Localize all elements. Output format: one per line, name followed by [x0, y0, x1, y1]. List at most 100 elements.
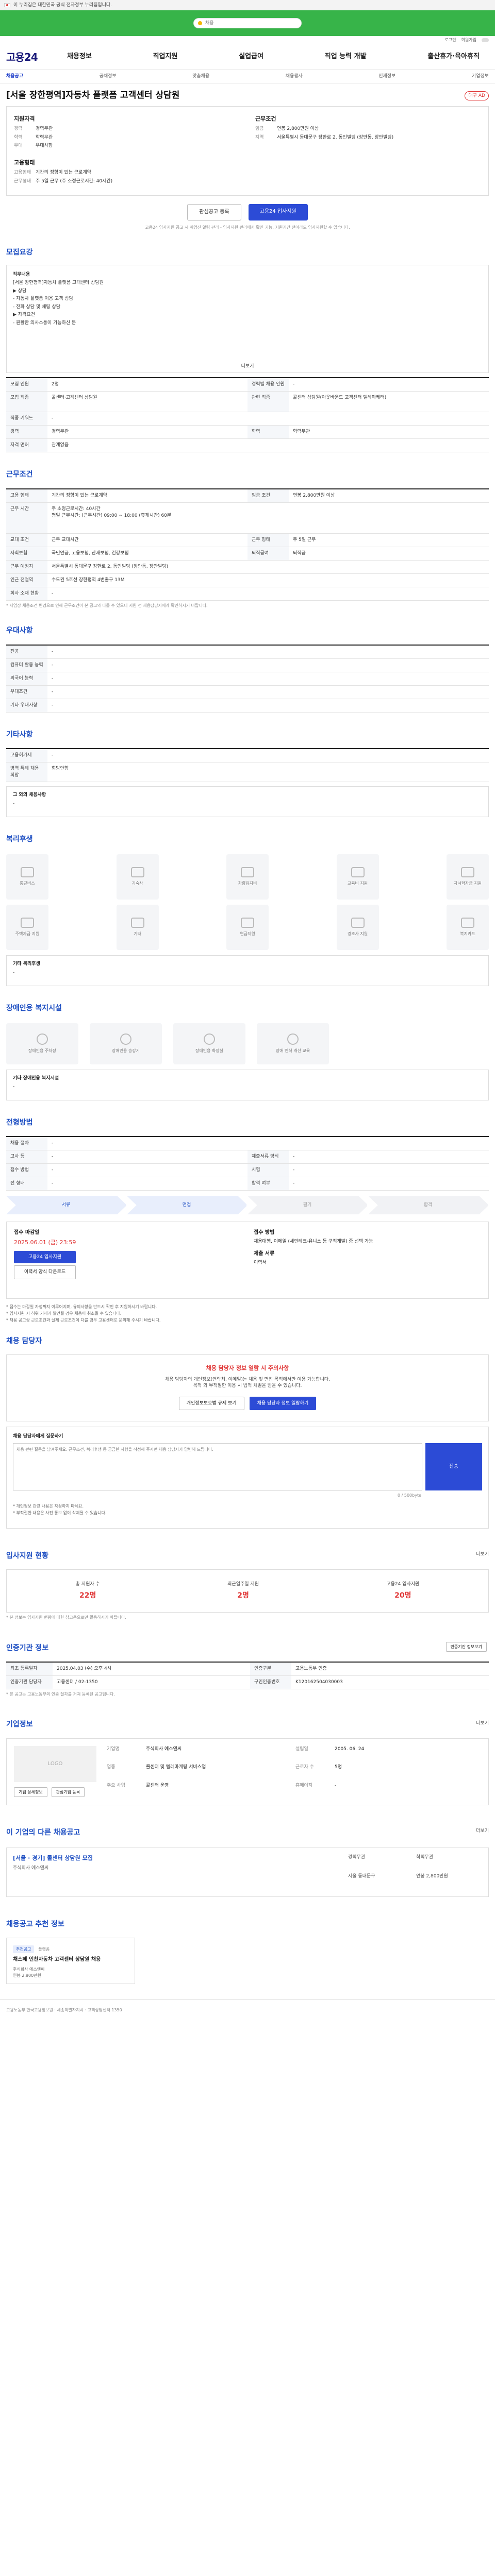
- job-summary: 지원자격 경력 경력무관 학력 학력무관 우대 우대사항 고용형태 고용형태 기간의 정…: [6, 106, 489, 196]
- cell-value: 기간의 정함이 있는 근로계약: [52, 493, 107, 498]
- company-follow-button[interactable]: 관심기업 등록: [51, 1787, 85, 1798]
- jd-line: - 원활한 의사소통이 가능하신 분: [13, 320, 76, 326]
- apply-notice: 고용24 입사지원 공고 시 취업진 알림 관리 - 입사지원 관리에서 확인 …: [145, 225, 350, 230]
- nav-career[interactable]: 직업지원: [149, 52, 182, 61]
- agency-view-button[interactable]: 인증기관 정보보기: [446, 1641, 487, 1652]
- privacy-view-button[interactable]: 개인정보보호법 규제 보기: [178, 1396, 244, 1411]
- apply-button[interactable]: 고용24 입사지원: [248, 204, 308, 221]
- etc-table: 고용허가제 - 병역 특례 채용 희망 희망안함: [6, 748, 489, 783]
- nav-unemployment[interactable]: 실업급여: [235, 52, 268, 61]
- summary-right: 근무조건 임금 연봉 2,800만원 이상 지역 서울특별시 동대문구 장한로 2,…: [255, 115, 481, 187]
- welfare-label: 자녀학자금 지원: [453, 881, 482, 886]
- cell-value: 관계없음: [52, 443, 69, 448]
- cell-value: 2025.04.03 (수) 오후 4시: [57, 1666, 111, 1672]
- cell-key: 근무 예정지: [6, 560, 47, 573]
- other-job-company: 주식회사 에스엔씨: [13, 1865, 49, 1871]
- other-header: 이 기업의 다른 채용공고 더보기: [6, 1821, 489, 1842]
- subnav-item[interactable]: 채용행사: [286, 73, 303, 80]
- hero-search-placeholder: 채용: [205, 20, 214, 26]
- welfare-grid-row2: 주택자금 지원 기타 연금지원 경조사 지원 복지카드: [6, 905, 489, 951]
- subnav-item[interactable]: 기업정보: [472, 73, 489, 80]
- cell-key: 채용 절차: [6, 1137, 47, 1150]
- hero-search[interactable]: 채용: [193, 18, 302, 28]
- subnav-item[interactable]: 인재정보: [378, 73, 395, 80]
- disabled-card: 장애인용 주차장: [6, 1023, 78, 1064]
- cell-key: 고용허가제: [6, 749, 47, 762]
- manager-open-button[interactable]: 채용 담당자 정보 열람하기: [249, 1396, 317, 1411]
- welfare-box-value: -: [13, 970, 15, 975]
- meta-item: 서울 동대문구: [348, 1873, 375, 1879]
- recommend-card[interactable]: 추천공고 플랫폼 채스페 인천자동차 고객센터 상담원 채용 주식회사 에스엔씨…: [6, 1938, 135, 1985]
- company-box: LOGO 기업 상세정보 관심기업 등록 기업명 주식회사 에스엔씨 설립일 200…: [6, 1738, 489, 1805]
- cell-key: 최초 등록일자: [6, 1663, 53, 1676]
- signup-link[interactable]: 회원가입: [461, 37, 476, 43]
- section-process: 전형방법: [6, 1118, 33, 1127]
- jd-line: ▶ 상담: [13, 288, 27, 294]
- disabled-label: 장애인용 승강기: [111, 1048, 140, 1054]
- kv-key: 학력: [14, 134, 23, 140]
- cell-value: -: [52, 753, 54, 758]
- resume-download-button[interactable]: 이력서 양식 다운로드: [14, 1265, 76, 1279]
- cell-key: 인근 전철역: [6, 573, 47, 587]
- gov-banner-text: 이 누리집은 대한민국 공식 전자정부 누리집입니다.: [13, 2, 112, 8]
- apply-box: 접수 마감일 2025.06.01 (금) 23:59 고용24 입사지원 이력…: [6, 1222, 489, 1299]
- apply-docs-label: 제출 서류: [254, 1250, 275, 1257]
- other-job-card[interactable]: [서울 · 경기] 콜센터 상담원 모집 주식회사 에스엔씨 경력무관 학력무관…: [6, 1847, 489, 1897]
- subnav-item[interactable]: 채용공고: [6, 73, 23, 80]
- jd-more-button[interactable]: 더보기: [241, 363, 254, 370]
- cell-key: 고사 등: [6, 1150, 47, 1164]
- pension-icon: [241, 918, 254, 928]
- subnav-item[interactable]: 맞춤채용: [192, 73, 209, 80]
- jd-line: ▶ 자격요건: [13, 312, 35, 318]
- warning-item: * 채용 공고상 근로조건과 실제 근로조건이 다를 경우 고용센터로 문의해 …: [6, 1317, 161, 1323]
- cell-value: 연봉 2,800만원 이상: [293, 493, 335, 498]
- toggle-icon[interactable]: [482, 38, 489, 42]
- cell-key: 회사 소재 현황: [6, 587, 47, 600]
- status-more-link[interactable]: 더보기: [476, 1551, 489, 1558]
- warning-item: * 접수는 마감일 자정까지 이루어지며, 유의사항을 반드시 확인 후 지원하…: [6, 1304, 157, 1310]
- company-detail-button[interactable]: 기업 상세정보: [14, 1787, 47, 1798]
- mojip-table: 모집 인원 2명 경력별 채용 인원 - 모집 직종 콜센터·고객센터 상담원 관련 직종…: [6, 377, 489, 453]
- welfare-card: 경조사 지원: [336, 905, 379, 951]
- parking-icon: [37, 1033, 48, 1045]
- login-link[interactable]: 로그인: [444, 37, 456, 43]
- qa-send-button[interactable]: 전송: [425, 1443, 482, 1490]
- cell-key: 모집 인원: [6, 378, 47, 392]
- cell-value: 수도권 5호선 장한평역 4번출구 13M: [52, 577, 125, 583]
- cell-key: 전공: [6, 645, 47, 658]
- kv-key: 고용형태: [14, 170, 31, 176]
- company-more-link[interactable]: 더보기: [476, 1720, 489, 1727]
- recommend-wage: 연봉 2,800만원: [13, 1973, 41, 1978]
- cell-value: -: [52, 1181, 54, 1187]
- manager-line: 채용 담당자의 개인정보(연락처, 이메일)는 채용 및 면접 목적에서만 이용…: [164, 1377, 330, 1382]
- cell-key: 경력: [6, 426, 47, 439]
- etc-box: 그 외의 채용사항 -: [6, 786, 489, 818]
- recommend-title[interactable]: 채스페 인천자동차 고객센터 상담원 채용: [13, 1956, 128, 1963]
- kv-value: 서울특별시 동대문구 장한로 2, 동인빌딩 (장안동, 장안빌딩): [277, 134, 394, 140]
- meta-item: 경력무관: [348, 1854, 366, 1860]
- cell-value: 희망안함: [52, 766, 69, 772]
- apply-period-col: 접수 마감일 2025.06.01 (금) 23:59 고용24 입사지원 이력…: [14, 1229, 241, 1291]
- apply-submit-button[interactable]: 고용24 입사지원: [14, 1250, 76, 1264]
- disabled-box-value: -: [13, 1084, 15, 1090]
- nav-leave[interactable]: 출산휴가·육아휴직: [423, 52, 484, 61]
- nav-jobs[interactable]: 채용정보: [63, 52, 96, 61]
- section-etc: 기타사항: [6, 730, 33, 739]
- site-logo[interactable]: 고용24: [6, 50, 63, 64]
- other-job-title[interactable]: [서울 · 경기] 콜센터 상담원 모집: [13, 1854, 338, 1862]
- qa-textarea[interactable]: [13, 1443, 422, 1490]
- info-key: 기업명: [107, 1746, 120, 1752]
- gnb-menu: 채용정보 직업지원 실업급여 직업 능력 개발 출산휴가·육아휴직: [63, 52, 489, 61]
- step-item: 면접: [127, 1196, 248, 1215]
- meta-item: 연봉 2,800만원: [416, 1873, 448, 1879]
- welfare-card: 연금지원: [226, 905, 269, 951]
- other-more-link[interactable]: 더보기: [476, 1828, 489, 1835]
- subnav-item[interactable]: 공채정보: [100, 73, 117, 80]
- etc-box-title: 그 외의 채용사항: [13, 792, 46, 798]
- nav-training[interactable]: 직업 능력 개발: [321, 52, 371, 61]
- kv-value: 학력무관: [36, 134, 53, 140]
- cell-key: 전 형태: [6, 1177, 47, 1191]
- scrap-button[interactable]: 관심공고 등록: [187, 204, 241, 221]
- welfare-label: 복지카드: [460, 931, 475, 937]
- qa-notes: * 개인정보 관련 내용은 작성하지 마세요. * 부적절한 내용은 사전 통보…: [13, 1503, 482, 1517]
